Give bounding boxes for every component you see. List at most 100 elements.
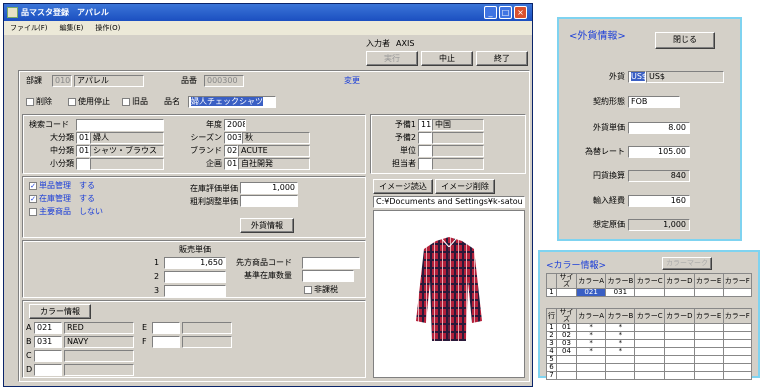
grid-cell[interactable] [663, 339, 695, 348]
margin-price-field[interactable] [240, 195, 298, 207]
color-code[interactable] [34, 350, 62, 362]
grid-cell[interactable] [722, 288, 753, 297]
grid-cell[interactable] [722, 339, 753, 348]
table-row[interactable]: 3 03 * * [546, 339, 753, 348]
close-button[interactable]: × [514, 6, 527, 19]
grid-cell[interactable] [605, 363, 636, 372]
base-stock-field[interactable] [302, 270, 354, 282]
grid-cell[interactable] [634, 363, 665, 372]
maximize-button[interactable]: □ [499, 6, 512, 19]
grid-cell[interactable] [693, 339, 724, 348]
grid-cell[interactable] [634, 347, 665, 356]
item-no-field[interactable]: 000300 [204, 75, 244, 87]
close-panel-button[interactable]: 閉じる [655, 32, 715, 49]
table-row[interactable]: 7 [546, 371, 753, 380]
grid-cell[interactable] [634, 339, 665, 348]
grid-cell[interactable] [722, 355, 753, 364]
reserve1-code[interactable]: 11 [418, 119, 432, 131]
grid-cell[interactable] [556, 288, 577, 297]
large-cat-code[interactable]: 01 [76, 132, 90, 144]
grid-cell[interactable] [663, 288, 695, 297]
color-code[interactable]: 031 [34, 336, 62, 348]
image-path-field[interactable]: C:¥Documents and Settings¥k-satou [373, 196, 525, 208]
image-delete-button[interactable]: イメージ削除 [435, 179, 495, 194]
single-mgmt-checkbox[interactable]: ✓ 単品管理 する [29, 180, 95, 192]
grid-cell[interactable] [663, 355, 695, 364]
grid-cell[interactable] [556, 371, 577, 380]
grid-cell[interactable] [693, 347, 724, 356]
grid-cell[interactable]: * [575, 347, 607, 356]
grid-cell[interactable] [693, 363, 724, 372]
menu-file[interactable]: ファイル(F) [10, 24, 48, 32]
grid-cell[interactable] [556, 355, 577, 364]
grid-cell[interactable] [663, 363, 695, 372]
grid-cell[interactable] [605, 371, 636, 380]
grid-cell[interactable] [634, 331, 665, 340]
currency-code[interactable]: US$ [628, 71, 646, 83]
plan-code[interactable]: 01 [224, 158, 238, 170]
table-row[interactable]: 1 021 031 [546, 288, 753, 297]
table-row[interactable]: 4 04 * * [546, 347, 753, 356]
grid-cell[interactable] [663, 347, 695, 356]
table-row[interactable]: 5 [546, 355, 753, 364]
menu-edit[interactable]: 編集(E) [60, 24, 84, 32]
import-cost-field[interactable]: 160 [628, 195, 690, 207]
brand-code[interactable]: 02 [224, 145, 238, 157]
minimize-button[interactable]: _ [484, 6, 497, 19]
color-code[interactable] [152, 322, 180, 334]
grid-cell[interactable] [575, 371, 607, 380]
delete-checkbox[interactable]: 削除 [26, 96, 52, 108]
item-name-field[interactable]: 婦人チェックシャツ [188, 96, 276, 108]
color-code[interactable] [34, 364, 62, 376]
grid-cell[interactable] [722, 363, 753, 372]
dest-code-field[interactable] [302, 257, 360, 269]
grid-cell[interactable] [575, 363, 607, 372]
color-code[interactable]: 021 [34, 322, 62, 334]
grid-cell[interactable] [722, 371, 753, 380]
grid-cell[interactable] [693, 355, 724, 364]
grid-cell[interactable]: 031 [605, 288, 636, 297]
grid-cell[interactable] [663, 323, 695, 332]
grid-cell[interactable] [575, 355, 607, 364]
grid-cell[interactable] [663, 371, 695, 380]
grid-cell[interactable] [722, 331, 753, 340]
menu-operation[interactable]: 操作(O) [95, 24, 120, 32]
grid-cell[interactable] [693, 371, 724, 380]
mid-cat-code[interactable]: 01 [76, 145, 90, 157]
grid-cell[interactable] [693, 323, 724, 332]
table-row[interactable]: 2 02 * * [546, 331, 753, 340]
color-mark-button[interactable]: カラーマーク [662, 257, 712, 270]
execute-button[interactable]: 実行 [366, 51, 418, 66]
grid-cell[interactable] [722, 347, 753, 356]
year-field[interactable]: 2008 [224, 119, 246, 131]
season-code[interactable]: 003 [224, 132, 242, 144]
nontax-checkbox[interactable]: 非課税 [304, 284, 338, 296]
person-code[interactable] [418, 158, 432, 170]
main-item-checkbox[interactable]: 主要商品 しない [29, 206, 103, 218]
grid-cell[interactable] [634, 323, 665, 332]
exit-button[interactable]: 終了 [476, 51, 528, 66]
unit-code[interactable] [418, 145, 432, 157]
grid-cell[interactable]: * [605, 347, 636, 356]
price-field[interactable] [164, 271, 226, 283]
grid-cell[interactable] [634, 288, 665, 297]
grid-cell[interactable]: 04 [556, 347, 577, 356]
inventory-price-field[interactable]: 1,000 [240, 182, 298, 194]
grid-cell[interactable] [693, 288, 724, 297]
old-item-checkbox[interactable]: 旧品 [122, 96, 148, 108]
grid-cell[interactable] [634, 355, 665, 364]
foreign-price-field[interactable]: 8.00 [628, 122, 690, 134]
grid-cell[interactable] [605, 355, 636, 364]
rate-field[interactable]: 105.00 [628, 146, 690, 158]
grid-cell[interactable]: 021 [575, 288, 607, 297]
foreign-info-button[interactable]: 外貨情報 [240, 218, 294, 233]
reserve2-code[interactable] [418, 132, 432, 144]
table-row[interactable]: 6 [546, 363, 753, 372]
stock-mgmt-checkbox[interactable]: ✓ 在庫管理 する [29, 193, 95, 205]
grid-cell[interactable] [722, 323, 753, 332]
color-code[interactable] [152, 336, 180, 348]
small-cat-code[interactable] [76, 158, 90, 170]
color-info-button[interactable]: カラー情報 [29, 304, 91, 319]
grid-cell[interactable] [663, 331, 695, 340]
grid-cell[interactable] [693, 331, 724, 340]
